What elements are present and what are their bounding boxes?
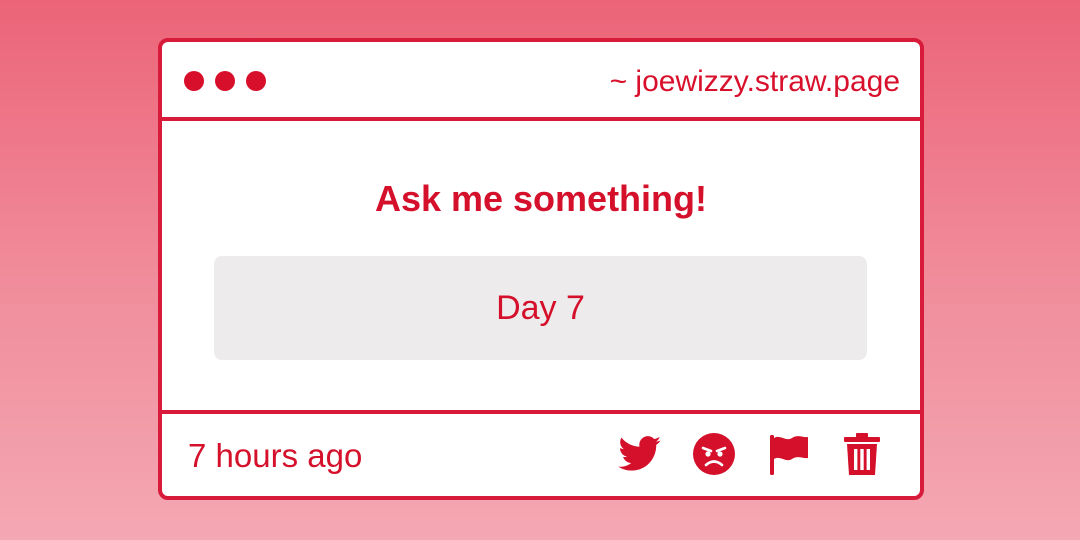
window-dot-3 — [246, 71, 266, 91]
angry-face-icon — [693, 433, 735, 475]
site-url[interactable]: ~ joewizzy.straw.page — [610, 62, 900, 102]
trash-icon — [844, 433, 880, 475]
card-footer: 7 hours ago — [162, 410, 920, 496]
flag-icon — [770, 435, 808, 475]
page-title: Ask me something! — [374, 178, 708, 219]
action-bar — [618, 432, 884, 476]
delete-button[interactable] — [840, 432, 884, 476]
question-card: ~ joewizzy.straw.page Ask me something! … — [158, 38, 924, 500]
window-dot-1 — [184, 71, 204, 91]
question-box: Day 7 — [214, 256, 867, 360]
window-dot-2 — [215, 71, 235, 91]
share-twitter-button[interactable] — [618, 432, 662, 476]
timestamp: 7 hours ago — [188, 437, 363, 474]
window-controls — [184, 71, 266, 91]
report-button[interactable] — [766, 432, 810, 476]
twitter-icon — [618, 436, 661, 471]
window-titlebar: ~ joewizzy.straw.page — [162, 42, 920, 121]
react-angry-button[interactable] — [692, 432, 736, 476]
card-content: Ask me something! Day 7 — [162, 121, 920, 410]
